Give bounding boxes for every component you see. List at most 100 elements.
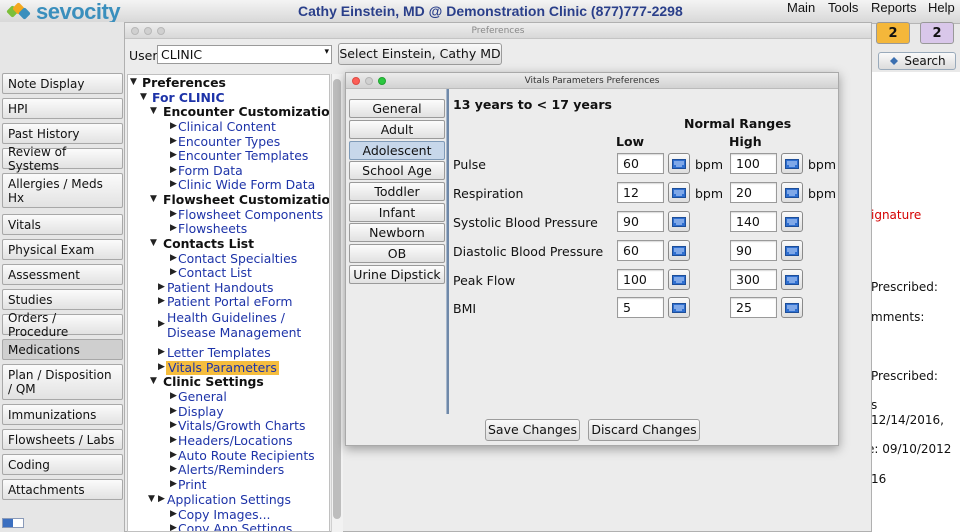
systolic-low-input[interactable]: 90 xyxy=(617,211,664,232)
tree-print[interactable]: Print xyxy=(178,478,207,492)
search-button[interactable]: Search xyxy=(878,52,956,70)
keyboard-icon[interactable] xyxy=(781,240,803,261)
tree-encounter-types[interactable]: Encounter Types xyxy=(178,135,280,149)
age-group-toddler[interactable]: Toddler xyxy=(349,182,445,201)
diastolic-low-input[interactable]: 60 xyxy=(617,240,664,261)
tree-health-guidelines[interactable]: Health Guidelines / xyxy=(167,311,285,325)
tree-general[interactable]: General xyxy=(178,390,227,404)
keyboard-icon[interactable] xyxy=(668,153,690,174)
collapsed-icon[interactable]: ▶ xyxy=(158,362,165,372)
tree-copy-images[interactable]: Copy Images... xyxy=(178,508,270,522)
tree-contacts-list[interactable]: Contacts List xyxy=(163,237,254,251)
collapsed-icon[interactable]: ▶ xyxy=(170,420,177,430)
task-badge[interactable]: 2 xyxy=(876,22,910,44)
collapsed-icon[interactable]: ▶ xyxy=(170,450,177,460)
nav-note-display[interactable]: Note Display xyxy=(2,73,123,94)
close-icon[interactable] xyxy=(352,77,360,85)
expand-icon[interactable]: ▼ xyxy=(150,376,157,386)
tree-clinic-wide-form-data[interactable]: Clinic Wide Form Data xyxy=(178,178,315,192)
pulse-high-input[interactable]: 100 xyxy=(730,153,777,174)
age-group-urine-dipstick[interactable]: Urine Dipstick xyxy=(349,265,445,284)
minimize-icon[interactable] xyxy=(365,77,373,85)
keyboard-icon[interactable] xyxy=(668,269,690,290)
tree-vitals-growth-charts[interactable]: Vitals/Growth Charts xyxy=(178,419,305,433)
keyboard-icon[interactable] xyxy=(668,240,690,261)
tree-display[interactable]: Display xyxy=(178,405,224,419)
collapsed-icon[interactable]: ▶ xyxy=(170,209,177,219)
age-group-newborn[interactable]: Newborn xyxy=(349,223,445,242)
collapsed-icon[interactable]: ▶ xyxy=(170,121,177,131)
age-group-adolescent[interactable]: Adolescent xyxy=(349,141,445,160)
collapsed-icon[interactable]: ▶ xyxy=(170,179,177,189)
tree-clinical-content[interactable]: Clinical Content xyxy=(178,120,276,134)
menu-help[interactable]: Help xyxy=(928,0,955,16)
nav-plan-disposition[interactable]: Plan / Disposition / QM xyxy=(2,364,123,400)
pulse-low-input[interactable]: 60 xyxy=(617,153,664,174)
collapsed-icon[interactable]: ▶ xyxy=(170,165,177,175)
diastolic-high-input[interactable]: 90 xyxy=(730,240,777,261)
respiration-high-input[interactable]: 20 xyxy=(730,182,777,203)
message-badge[interactable]: 2 xyxy=(920,22,954,44)
tree-for-clinic[interactable]: For CLINIC xyxy=(152,91,225,105)
tree-scrollbar-thumb[interactable] xyxy=(333,79,341,519)
keyboard-icon[interactable] xyxy=(781,153,803,174)
select-user-button[interactable]: Select Einstein, Cathy MD xyxy=(338,43,502,65)
nav-past-history[interactable]: Past History xyxy=(2,123,123,144)
age-group-ob[interactable]: OB xyxy=(349,244,445,263)
expand-icon[interactable]: ▼ xyxy=(140,92,147,102)
nav-physical-exam[interactable]: Physical Exam xyxy=(2,239,123,260)
peak-flow-low-input[interactable]: 100 xyxy=(617,269,664,290)
user-select[interactable]: CLINIC ▾ xyxy=(157,45,332,64)
nav-coding[interactable]: Coding xyxy=(2,454,123,475)
close-dot-icon[interactable] xyxy=(131,27,139,35)
nav-hpi[interactable]: HPI xyxy=(2,98,123,119)
keyboard-icon[interactable] xyxy=(668,297,690,318)
tree-disease-management[interactable]: Disease Management xyxy=(167,326,301,340)
panel-divider[interactable] xyxy=(446,89,449,414)
nav-orders-procedure[interactable]: Orders / Procedure xyxy=(2,311,123,339)
nav-studies[interactable]: Studies xyxy=(2,289,123,310)
keyboard-icon[interactable] xyxy=(781,297,803,318)
collapsed-icon[interactable]: ▶ xyxy=(170,391,177,401)
collapsed-icon[interactable]: ▶ xyxy=(170,479,177,489)
nav-vitals[interactable]: Vitals xyxy=(2,214,123,235)
nav-medications[interactable]: Medications xyxy=(2,339,123,360)
zoom-dot-icon[interactable] xyxy=(157,27,165,35)
respiration-low-input[interactable]: 12 xyxy=(617,182,664,203)
expand-icon[interactable]: ▼ xyxy=(130,77,137,87)
nav-assessment[interactable]: Assessment xyxy=(2,264,123,285)
bmi-high-input[interactable]: 25 xyxy=(730,297,777,318)
nav-review-of-systems[interactable]: Review of Systems xyxy=(2,145,123,173)
collapsed-icon[interactable]: ▶ xyxy=(170,253,177,263)
nav-attachments[interactable]: Attachments xyxy=(2,479,123,500)
tree-encounter-customizations[interactable]: Encounter Customizations xyxy=(163,105,329,119)
age-group-school-age[interactable]: School Age xyxy=(349,161,445,180)
keyboard-icon[interactable] xyxy=(781,211,803,232)
expand-icon[interactable]: ▼ xyxy=(148,494,155,504)
age-group-adult[interactable]: Adult xyxy=(349,120,445,139)
tree-alerts-reminders[interactable]: Alerts/Reminders xyxy=(178,463,284,477)
nav-allergies-meds[interactable]: Allergies / Meds Hx xyxy=(2,173,123,208)
keyboard-icon[interactable] xyxy=(668,211,690,232)
tree-clinic-settings[interactable]: Clinic Settings xyxy=(163,375,264,389)
age-group-general[interactable]: General xyxy=(349,99,445,118)
tree-copy-app-settings[interactable]: Copy App Settings... xyxy=(178,522,304,532)
peak-flow-high-input[interactable]: 300 xyxy=(730,269,777,290)
tree-vitals-parameters[interactable]: Vitals Parameters xyxy=(166,361,279,375)
menu-reports[interactable]: Reports xyxy=(871,0,917,16)
collapsed-icon[interactable]: ▶ xyxy=(170,150,177,160)
collapsed-icon[interactable]: ▶ xyxy=(170,509,177,519)
collapsed-icon[interactable]: ▶ xyxy=(170,223,177,233)
save-changes-button[interactable]: Save Changes xyxy=(485,419,580,441)
tree-headers-locations[interactable]: Headers/Locations xyxy=(178,434,293,448)
collapsed-icon[interactable]: ▶ xyxy=(170,406,177,416)
tree-contact-specialties[interactable]: Contact Specialties xyxy=(178,252,297,266)
expand-icon[interactable]: ▼ xyxy=(150,238,157,248)
zoom-icon[interactable] xyxy=(378,77,386,85)
collapsed-icon[interactable]: ▶ xyxy=(170,136,177,146)
expand-icon[interactable]: ▼ xyxy=(150,194,157,204)
keyboard-icon[interactable] xyxy=(781,269,803,290)
bmi-low-input[interactable]: 5 xyxy=(617,297,664,318)
minimize-dot-icon[interactable] xyxy=(144,27,152,35)
tree-letter-templates[interactable]: Letter Templates xyxy=(167,346,271,360)
